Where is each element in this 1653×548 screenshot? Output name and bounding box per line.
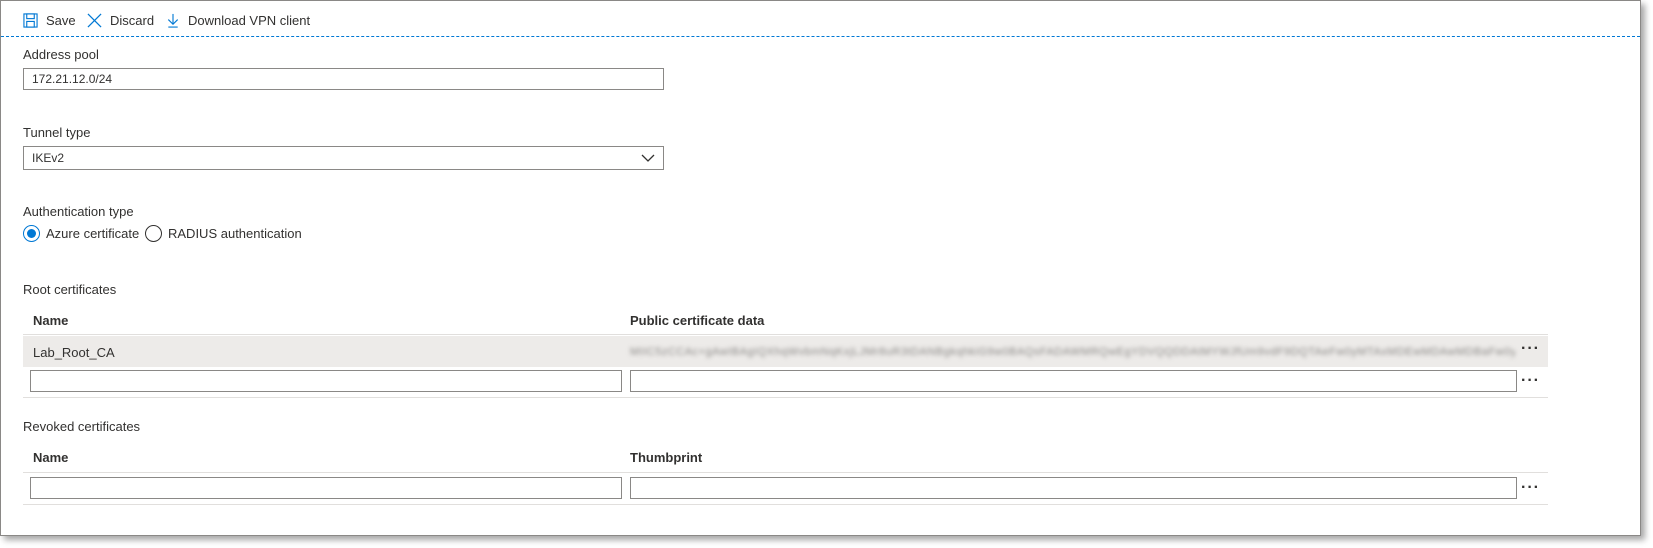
root-cert-name: Lab_Root_CA: [33, 345, 115, 360]
command-bar: Save Discard Download VPN client: [1, 1, 1640, 37]
save-button[interactable]: Save: [23, 10, 76, 30]
vpn-config-panel: Save Discard Download VPN client Address…: [0, 0, 1641, 536]
discard-label: Discard: [110, 12, 155, 28]
address-pool-label: Address pool: [23, 47, 99, 62]
more-options-icon[interactable]: ···: [1521, 341, 1540, 357]
more-options-icon[interactable]: ···: [1521, 373, 1540, 389]
new-root-name-input[interactable]: [30, 370, 622, 392]
root-certificates-label: Root certificates: [23, 282, 117, 297]
tunnel-type-value: IKEv2: [32, 151, 65, 165]
tunnel-type-label: Tunnel type: [23, 125, 91, 140]
discard-button[interactable]: Discard: [87, 10, 154, 30]
new-root-data-input[interactable]: [630, 370, 1517, 392]
address-pool-input[interactable]: [23, 68, 664, 90]
root-col-data-header: Public certificate data: [630, 313, 765, 328]
root-cert-data: MIIC5zCCAc+gAwIBAgIQXhqWvbmNqKxjLJMr8uR3…: [630, 346, 1515, 358]
divider: [23, 504, 1548, 505]
tunnel-type-dropdown[interactable]: IKEv2: [23, 146, 664, 170]
divider: [23, 472, 1548, 473]
save-icon: [23, 12, 38, 28]
revoked-col-thumbprint-header: Thumbprint: [630, 450, 703, 465]
new-revoked-name-input[interactable]: [30, 477, 622, 499]
revoked-certificates-label: Revoked certificates: [23, 419, 141, 434]
more-options-icon[interactable]: ···: [1521, 480, 1540, 496]
radio-selected-icon: [23, 225, 40, 242]
radio-radius-authentication[interactable]: RADIUS authentication: [145, 225, 302, 242]
download-vpn-client-button[interactable]: Download VPN client: [166, 10, 310, 30]
radio-azure-certificate[interactable]: Azure certificate: [23, 225, 139, 242]
revoked-col-name-header: Name: [33, 450, 69, 465]
chevron-down-icon: [641, 154, 655, 162]
save-label: Save: [46, 12, 76, 28]
radio-radius-label: RADIUS authentication: [168, 226, 302, 241]
radio-azure-certificate-label: Azure certificate: [46, 226, 140, 241]
download-icon: [167, 13, 179, 28]
new-revoked-thumbprint-input[interactable]: [630, 477, 1517, 499]
radio-unselected-icon: [145, 225, 162, 242]
close-icon: [87, 13, 102, 27]
auth-type-label: Authentication type: [23, 204, 134, 219]
download-label: Download VPN client: [188, 12, 311, 28]
root-col-name-header: Name: [33, 313, 69, 328]
divider: [23, 397, 1548, 398]
divider: [23, 334, 1548, 335]
